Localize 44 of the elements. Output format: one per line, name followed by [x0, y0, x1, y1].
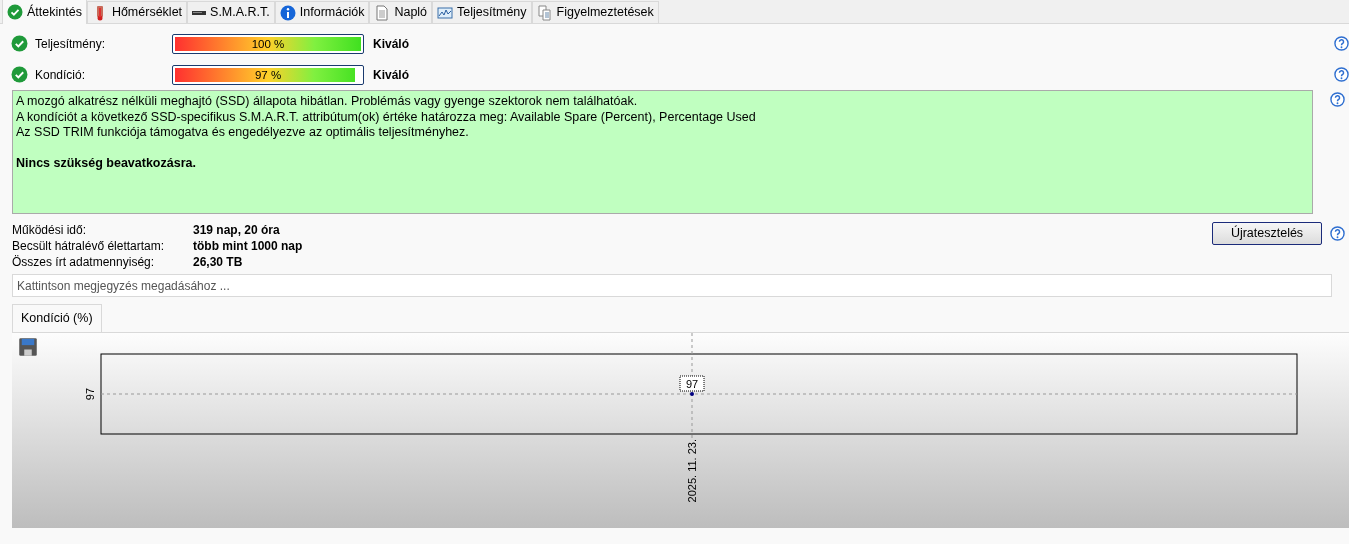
stat-value: 26,30 TB	[193, 254, 243, 270]
document-icon	[374, 4, 391, 21]
status-text: A mozgó alkatrész nélküli meghajtó (SSD) állapota hibátlan. Problémás vagy gyenge szektorok nem találhatóak.	[16, 94, 639, 110]
save-icon[interactable]	[18, 336, 38, 357]
tab[interactable]: S.M.A.R.T.	[187, 1, 275, 23]
status-text: Az SSD TRIM funkciója támogatva és engedélyezve az optimális teljesítményhez.	[16, 125, 470, 141]
axis-tick-label: 2025. 11. 23.	[686, 438, 698, 503]
meter-reading: 100 %	[250, 36, 286, 52]
rating-text: Kiváló	[373, 66, 409, 84]
tab[interactable]: Információk	[274, 1, 370, 23]
data-label: 97	[685, 377, 699, 390]
meter-label: Kondíció:	[35, 66, 87, 84]
drive-icon	[192, 10, 207, 15]
rating-text: Kiváló	[373, 35, 409, 53]
stat-label: Összes írt adatmennyiség:	[12, 254, 156, 270]
tab[interactable]: Áttekintés	[2, 0, 87, 24]
stat-value: több mint 1000 nap	[193, 238, 303, 254]
axis-tick-label: 97	[84, 387, 96, 400]
stat-value: 319 nap, 20 óra	[193, 222, 280, 238]
conclusion-text: Nincs szükség beavatkozásra.	[16, 155, 197, 171]
chart-tab[interactable]: Kondíció (%)	[12, 304, 102, 332]
tab[interactable]: Hőmérséklet	[86, 1, 188, 23]
tab[interactable]: Figyelmeztetések	[531, 1, 659, 23]
help-icon[interactable]	[1334, 67, 1349, 82]
help-icon[interactable]	[1334, 36, 1349, 51]
help-icon[interactable]	[1330, 92, 1345, 108]
tab[interactable]: Teljesítmény	[432, 1, 532, 23]
meter-label: Teljesítmény:	[35, 35, 107, 53]
line-chart-icon	[437, 4, 454, 21]
check-icon	[7, 4, 23, 20]
check-icon	[11, 66, 28, 83]
meter-reading: 97 %	[253, 67, 283, 83]
check-icon	[11, 35, 28, 52]
help-icon[interactable]	[1330, 226, 1345, 241]
info-icon	[279, 4, 296, 21]
data-point	[690, 391, 694, 396]
retest-button[interactable]: Újratesztelés	[1212, 222, 1322, 245]
tab[interactable]: Napló	[369, 1, 433, 23]
stat-label: Működési idő:	[12, 222, 88, 238]
data-label-box	[679, 375, 705, 392]
note-field[interactable]: Kattintson megjegyzés megadásához ...	[12, 274, 1332, 297]
documents-icon	[536, 4, 553, 21]
stat-label: Becsült hátralévő élettartam:	[12, 238, 166, 254]
status-text: A kondíciót a következő SSD-specifikus S.M.A.R.T. attribútum(ok) értéke határozza meg: Available Spare (Percent), Percentage Used	[16, 109, 757, 125]
